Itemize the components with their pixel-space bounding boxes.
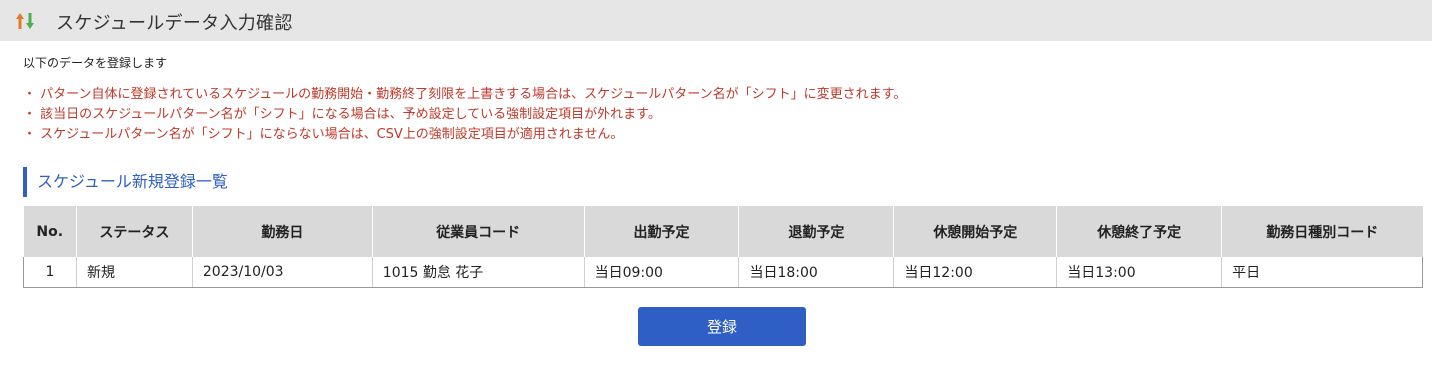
column-header-no: No.	[23, 206, 77, 257]
notice-item: ・ スケジュールパターン名が「シフト」にならない場合は、CSV上の強制設定項目が…	[23, 127, 624, 142]
cell-break-end: 当日13:00	[1056, 257, 1223, 288]
schedule-table: No. ステータス 勤務日 従業員コード 出勤予定 退勤予定 休憩開始予定 休憩…	[23, 206, 1423, 288]
cell-employee: 1015 勤怠 花子	[372, 257, 585, 288]
column-header-clock-out: 退勤予定	[738, 206, 895, 257]
sort-arrows-icon	[16, 13, 34, 29]
cell-day-type: 平日	[1221, 257, 1423, 288]
table-header-row: No. ステータス 勤務日 従業員コード 出勤予定 退勤予定 休憩開始予定 休憩…	[23, 206, 1423, 257]
section-heading: スケジュール新規登録一覧	[23, 167, 228, 197]
cell-work-date: 2023/10/03	[192, 257, 373, 288]
intro-text: 以下のデータを登録します	[23, 56, 168, 70]
column-header-break-start: 休憩開始予定	[893, 206, 1058, 257]
cell-no: 1	[23, 257, 77, 288]
column-header-clock-in: 出勤予定	[584, 206, 740, 257]
notice-item: ・ パターン自体に登録されているスケジュールの勤務開始・勤務終了刻限を上書きする…	[23, 87, 907, 102]
column-header-employee-code: 従業員コード	[372, 206, 585, 257]
column-header-status: ステータス	[76, 206, 193, 257]
page-title: スケジュールデータ入力確認	[56, 13, 293, 34]
cell-clock-out: 当日18:00	[738, 257, 895, 288]
notice-item: ・ 該当日のスケジュールパターン名が「シフト」になる場合は、予め設定している強制…	[23, 107, 661, 122]
page-header: スケジュールデータ入力確認	[0, 0, 1432, 41]
notice-list: ・ パターン自体に登録されているスケジュールの勤務開始・勤務終了刻限を上書きする…	[23, 85, 906, 145]
table-row: 1 新規 2023/10/03 1015 勤怠 花子 当日09:00 当日18:…	[23, 257, 1423, 288]
register-button[interactable]: 登録	[638, 307, 806, 346]
column-header-work-date: 勤務日	[192, 206, 373, 257]
column-header-day-type: 勤務日種別コード	[1221, 206, 1423, 257]
cell-status: 新規	[76, 257, 193, 288]
column-header-break-end: 休憩終了予定	[1056, 206, 1223, 257]
cell-clock-in: 当日09:00	[584, 257, 740, 288]
cell-break-start: 当日12:00	[893, 257, 1058, 288]
